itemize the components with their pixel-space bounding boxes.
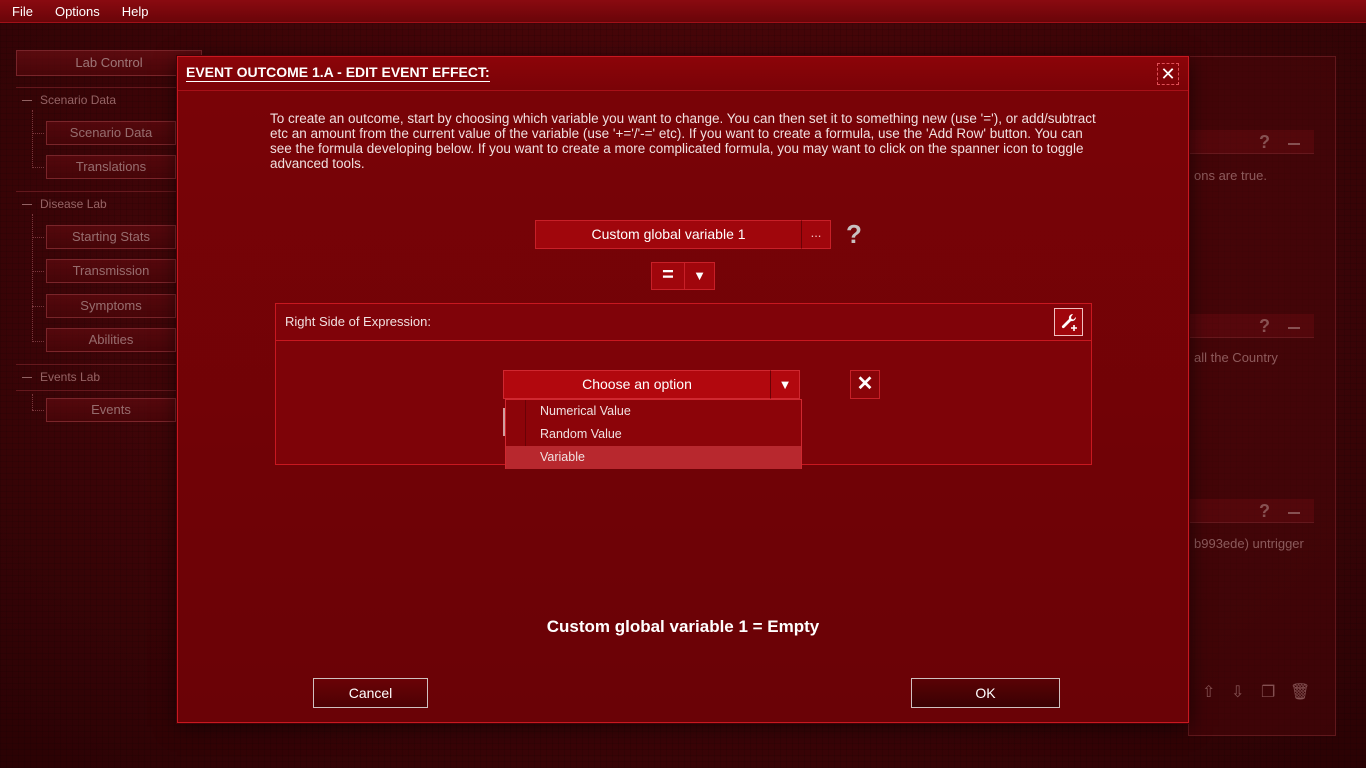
tree-connector xyxy=(32,394,33,410)
remove-row-button[interactable]: ✕ xyxy=(850,370,880,399)
choose-option-arrow-button[interactable]: ▼ xyxy=(770,370,800,399)
tree-connector xyxy=(32,306,44,307)
menu-options[interactable]: Options xyxy=(43,4,110,19)
tree-section-label: Disease Lab xyxy=(40,197,107,211)
help-icon[interactable]: ? xyxy=(846,219,862,250)
divider xyxy=(16,390,202,391)
dialog-titlebar: EVENT OUTCOME 1.A - EDIT EVENT EFFECT: ✕ xyxy=(178,57,1188,91)
close-button[interactable]: ✕ xyxy=(1157,63,1179,85)
outcome-text: b993ede) untrigger xyxy=(1194,536,1304,551)
option-numerical-value[interactable]: Numerical Value xyxy=(506,400,801,423)
tree-section-scenario-data[interactable]: Scenario Data xyxy=(22,93,116,107)
divider xyxy=(16,87,202,88)
spanner-icon xyxy=(1061,313,1077,331)
move-down-icon[interactable]: ⇩ xyxy=(1231,682,1244,702)
close-icon: ✕ xyxy=(856,373,874,395)
divider xyxy=(16,191,202,192)
collapse-icon[interactable] xyxy=(1288,327,1300,329)
tree-connector xyxy=(32,237,44,238)
choose-option-dropdown[interactable]: Choose an option xyxy=(503,370,771,399)
collapse-icon[interactable] xyxy=(1288,512,1300,514)
tree-section-label: Scenario Data xyxy=(40,93,117,107)
operator-dropdown-button[interactable]: ▼ xyxy=(684,262,715,290)
tree-connector xyxy=(32,341,44,342)
variable-select-button[interactable]: Custom global variable 1 xyxy=(535,220,802,249)
right-panel-header xyxy=(1188,130,1314,154)
nav-scenario-data[interactable]: Scenario Data xyxy=(46,121,176,145)
tree-section-events-lab[interactable]: Events Lab xyxy=(22,370,100,384)
nav-abilities[interactable]: Abilities xyxy=(46,328,176,352)
advanced-tools-button[interactable] xyxy=(1054,308,1083,336)
right-panel-header xyxy=(1188,499,1314,523)
tree-connector xyxy=(32,271,44,272)
menu-file[interactable]: File xyxy=(0,4,43,19)
nav-symptoms[interactable]: Symptoms xyxy=(46,294,176,318)
rhs-header: Right Side of Expression: xyxy=(276,304,1091,341)
rhs-label: Right Side of Expression: xyxy=(285,314,431,329)
help-icon[interactable]: ? xyxy=(1259,501,1270,522)
option-dropdown-list: Numerical Value Random Value Variable xyxy=(505,399,802,469)
triangle-down-icon: ▼ xyxy=(778,377,792,392)
right-events-panel: ? ons are true. ? all the Country ? b993… xyxy=(1188,56,1338,740)
ok-button[interactable]: OK xyxy=(911,678,1060,708)
collapse-icon[interactable] xyxy=(1288,143,1300,145)
right-panel-header xyxy=(1188,314,1314,338)
nav-translations[interactable]: Translations xyxy=(46,155,176,179)
lab-control-button[interactable]: Lab Control xyxy=(16,50,202,76)
operator-button[interactable]: = xyxy=(651,262,685,290)
edit-event-effect-dialog: EVENT OUTCOME 1.A - EDIT EVENT EFFECT: ✕… xyxy=(177,56,1189,723)
condition-text: all the Country xyxy=(1194,350,1278,365)
tree-connector xyxy=(32,110,33,168)
help-icon[interactable]: ? xyxy=(1259,132,1270,153)
trash-icon[interactable]: 🗑 xyxy=(1290,682,1310,702)
nav-starting-stats[interactable]: Starting Stats xyxy=(46,225,176,249)
tree-connector xyxy=(32,214,33,342)
nav-events[interactable]: Events xyxy=(46,398,176,422)
right-side-expression-panel: Right Side of Expression: Choose an opti… xyxy=(275,303,1092,469)
tree-connector xyxy=(32,133,44,134)
tree-connector xyxy=(32,410,44,411)
left-navigation-panel: Lab Control Scenario Data Scenario Data … xyxy=(16,50,202,430)
move-up-icon[interactable]: ⇧ xyxy=(1202,682,1215,702)
tree-connector xyxy=(32,167,44,168)
menu-bar: File Options Help xyxy=(0,0,1366,23)
variable-more-button[interactable]: ... xyxy=(801,220,831,249)
option-random-value[interactable]: Random Value xyxy=(506,423,801,446)
right-panel-frame xyxy=(1188,56,1336,736)
triangle-down-icon: ▼ xyxy=(693,268,706,283)
divider xyxy=(16,364,202,365)
option-variable[interactable]: Variable xyxy=(506,446,801,469)
copy-icon[interactable]: ❐ xyxy=(1261,682,1275,702)
expression-preview: Custom global variable 1 = Empty xyxy=(546,617,820,636)
dialog-title: EVENT OUTCOME 1.A - EDIT EVENT EFFECT: xyxy=(186,64,490,82)
help-icon[interactable]: ? xyxy=(1259,316,1270,337)
tree-section-disease-lab[interactable]: Disease Lab xyxy=(22,197,107,211)
menu-help[interactable]: Help xyxy=(110,4,159,19)
instructions-text: To create an outcome, start by choosing … xyxy=(270,111,1096,171)
cancel-button[interactable]: Cancel xyxy=(313,678,428,708)
tree-section-label: Events Lab xyxy=(40,370,101,384)
condition-text: ons are true. xyxy=(1194,168,1267,183)
close-icon: ✕ xyxy=(1160,64,1176,84)
nav-transmission[interactable]: Transmission xyxy=(46,259,176,283)
